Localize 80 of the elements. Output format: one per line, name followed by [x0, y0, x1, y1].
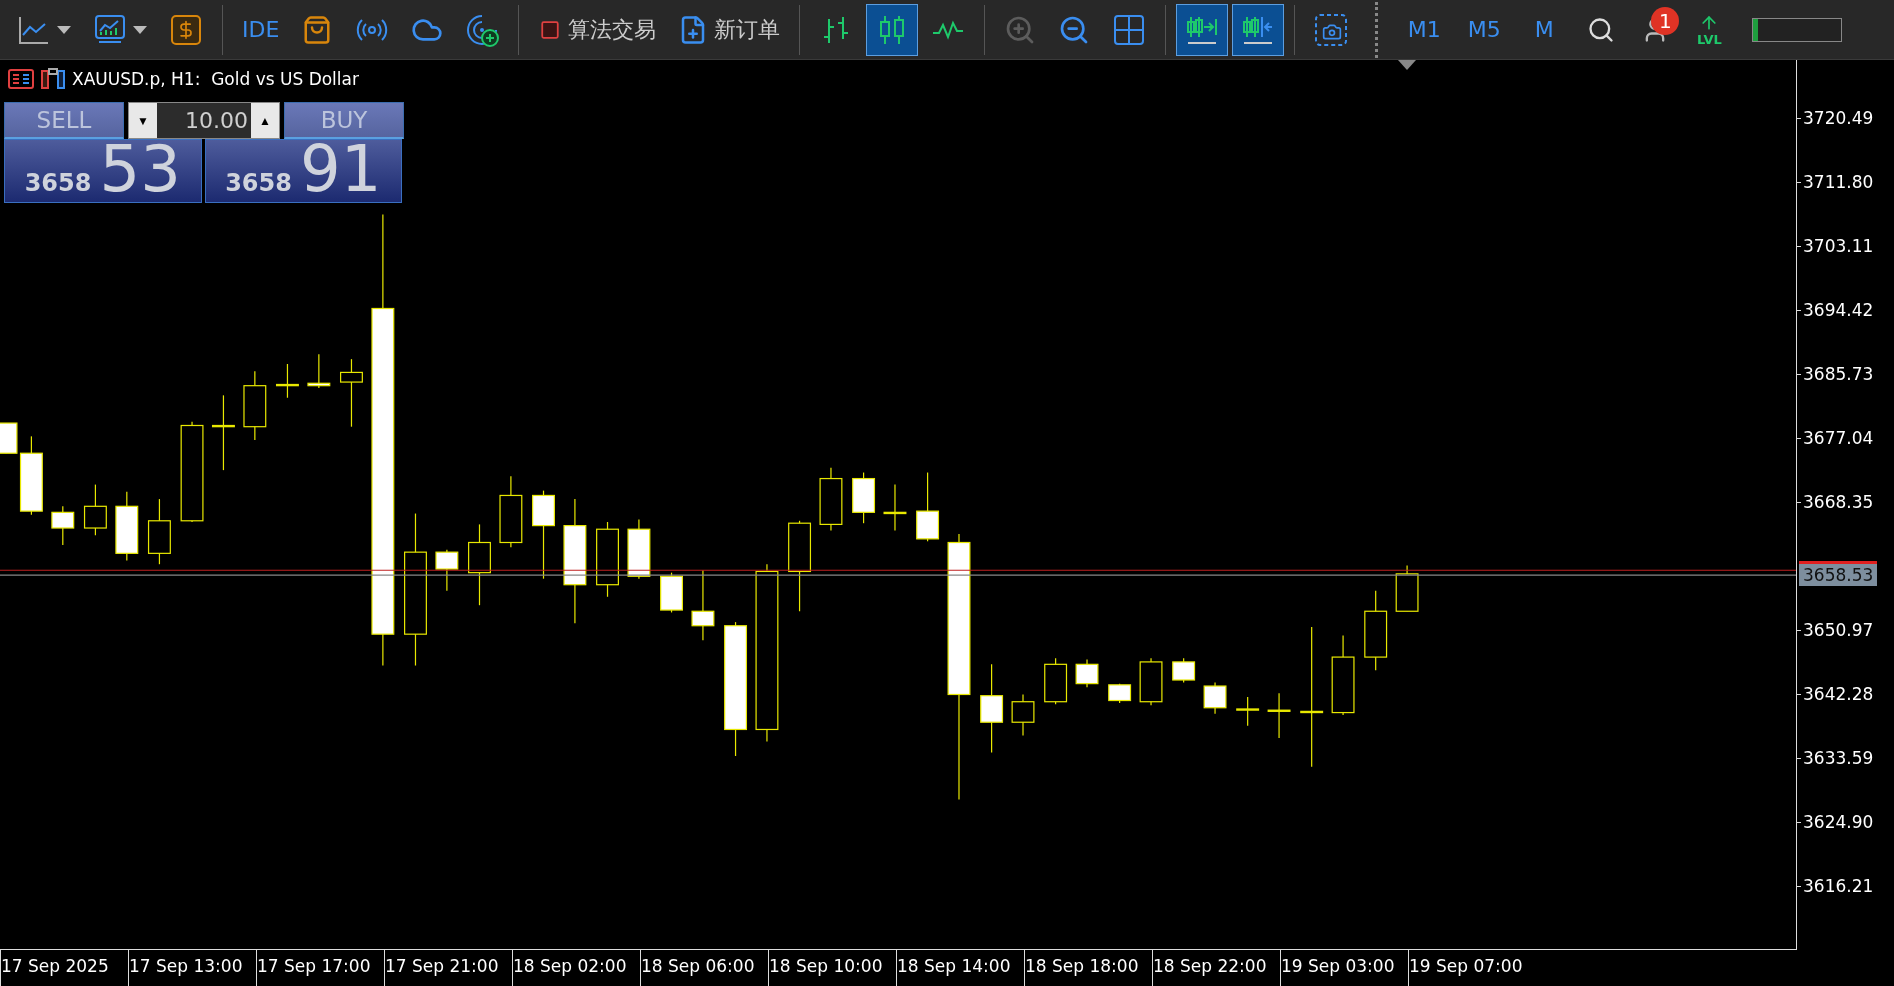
candlestick	[147, 498, 171, 565]
time-axis-label: 18 Sep 02:00	[512, 950, 640, 986]
increase-button[interactable]: ▲	[251, 103, 279, 138]
new-order-button[interactable]: 新订单	[669, 3, 790, 56]
ide-button[interactable]: IDE	[233, 3, 289, 56]
time-axis-label: 17 Sep 21:00	[384, 950, 512, 986]
candlestick	[916, 471, 940, 542]
candlestick	[1044, 657, 1068, 705]
time-axis-label: 19 Sep 03:00	[1280, 950, 1408, 986]
lot-spinner[interactable]: ▼ 10.00 ▲	[128, 102, 280, 139]
radar-plus-icon	[465, 12, 500, 47]
candlestick	[1011, 693, 1035, 737]
autoscroll-button[interactable]	[1176, 3, 1229, 56]
decrease-button[interactable]: ▼	[129, 103, 157, 138]
candlestick	[660, 572, 683, 614]
grid-icon	[1112, 12, 1147, 47]
button-label: 算法交易	[568, 15, 657, 44]
candlestick	[83, 484, 107, 536]
price-axis-label: 3650.97	[1803, 620, 1874, 640]
candlestick	[340, 358, 363, 428]
bid-price-button[interactable]: 3658 53	[4, 139, 202, 203]
candlestick	[883, 484, 907, 532]
price-axis-label: 3703.11	[1803, 236, 1874, 256]
price-axis-label: 3616.21	[1803, 876, 1874, 896]
time-axis-label: 18 Sep 06:00	[640, 950, 768, 986]
list-icon	[8, 69, 34, 89]
time-axis-label: 18 Sep 18:00	[1024, 950, 1152, 986]
algo-trading-button[interactable]: 算法交易	[529, 3, 666, 56]
ask-price-button[interactable]: 3658 91	[204, 139, 402, 203]
price-axis-label: 3711.80	[1803, 172, 1874, 192]
candlestick	[1203, 681, 1227, 715]
price-axis-label: 3633.59	[1803, 748, 1874, 768]
price-axis-label: 3694.42	[1803, 300, 1874, 320]
time-axis-label: 18 Sep 22:00	[1152, 950, 1280, 986]
candlestick	[627, 518, 651, 580]
candlestick	[307, 353, 331, 389]
camera-icon	[1314, 12, 1349, 47]
time-axis-label: 17 Sep 17:00	[256, 950, 384, 986]
button-label: 新订单	[714, 15, 781, 44]
time-axis-label: 18 Sep 14:00	[896, 950, 1024, 986]
candlestick	[1075, 658, 1099, 688]
candlestick	[1395, 564, 1419, 612]
price-axis-label: 3668.35	[1803, 492, 1874, 512]
level-button[interactable]: LVL	[1684, 3, 1735, 56]
chart-shift-button[interactable]	[1232, 3, 1285, 56]
price-axis-label: 3624.90	[1803, 812, 1874, 832]
price-axis-label: 3720.49	[1803, 108, 1874, 128]
time-axis-label: 17 Sep 13:00	[128, 950, 256, 986]
account-button[interactable]: 1	[1630, 3, 1681, 56]
lot-input[interactable]: 10.00	[157, 103, 251, 138]
time-axis-label: 18 Sep 10:00	[768, 950, 896, 986]
candlestick	[276, 363, 299, 399]
candlestick	[1172, 657, 1196, 684]
price-axis-label: 3685.73	[1803, 364, 1874, 384]
shopping-bag-icon	[302, 14, 333, 45]
candlestick	[1139, 657, 1163, 706]
level-label: LVL	[1696, 33, 1722, 46]
candlestick	[691, 569, 715, 641]
candlestick-button[interactable]	[866, 3, 919, 56]
candlestick	[243, 370, 267, 441]
candlestick	[115, 491, 139, 562]
candlestick	[852, 471, 876, 524]
dollar-icon	[169, 12, 203, 47]
candlestick	[1267, 692, 1291, 739]
candlestick	[1236, 696, 1260, 727]
time-axis-label: 19 Sep 07:00	[1408, 950, 1536, 986]
price-axis-label: 3677.04	[1803, 428, 1874, 448]
candlestick	[819, 467, 843, 532]
candlestick	[1108, 683, 1132, 704]
candlestick	[51, 505, 75, 546]
timeframe-button[interactable]: M	[1516, 3, 1573, 56]
current-price-label: 3658.53	[1799, 561, 1878, 586]
price-axis-label: 3642.28	[1803, 684, 1874, 704]
chart-title: XAUUSD.p, H1: Gold vs US Dollar	[72, 69, 359, 89]
timeframe-button[interactable]: M1	[1396, 3, 1453, 56]
search-icon	[1587, 15, 1616, 44]
timeframe-button[interactable]: M5	[1456, 3, 1513, 56]
time-axis-label: 17 Sep 2025	[0, 950, 128, 986]
candlestick	[435, 549, 459, 592]
notification-badge: 1	[1651, 6, 1680, 35]
